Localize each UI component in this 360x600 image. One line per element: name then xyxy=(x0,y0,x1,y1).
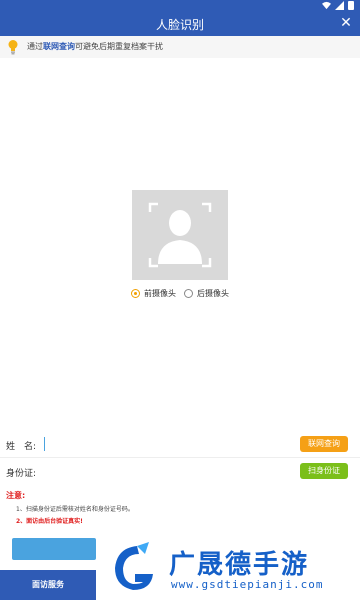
tip-bar: 通过联网查询可避免后期重复档案干扰 xyxy=(0,36,360,58)
close-button[interactable]: ✕ xyxy=(338,15,354,31)
battery-icon xyxy=(348,1,354,10)
status-icons xyxy=(322,1,354,10)
notice-title: 注意: xyxy=(6,491,26,500)
watermark-url: www.gsdtiepianji.com xyxy=(171,578,324,591)
name-label: 姓 名: xyxy=(6,442,37,452)
id-row: 身份证: 扫身份证 xyxy=(0,459,360,485)
notice-item-1: 1、扫描身份证后需核对姓名和身份证号码。 xyxy=(16,506,134,513)
name-row: 姓 名: 联网查询 xyxy=(0,432,360,458)
person-silhouette-icon xyxy=(148,202,212,268)
close-icon: ✕ xyxy=(340,15,352,31)
front-camera-radio[interactable] xyxy=(131,289,140,298)
back-camera-radio[interactable] xyxy=(184,289,193,298)
back-camera-label: 后摄像头 xyxy=(197,289,229,298)
id-label: 身份证: xyxy=(6,469,37,479)
back-camera-option[interactable]: 后摄像头 xyxy=(184,288,229,299)
tip-suffix: 可避免后期重复档案干扰 xyxy=(75,42,163,51)
name-field[interactable] xyxy=(44,437,244,451)
tab-interview-service[interactable]: 面访服务 xyxy=(0,570,96,600)
signal-icon xyxy=(335,1,344,10)
watermark: 广晟德手游 www.gsdtiepianji.com xyxy=(103,540,358,598)
lightbulb-icon xyxy=(8,40,18,55)
watermark-logo-icon xyxy=(115,542,153,590)
id-field[interactable] xyxy=(44,464,244,478)
tip-text: 通过联网查询可避免后期重复档案干扰 xyxy=(27,41,163,52)
notice-item-2: 2、面访由后台验证真实! xyxy=(16,518,83,525)
tip-prefix: 通过 xyxy=(27,42,43,51)
submit-button[interactable] xyxy=(12,538,96,560)
watermark-title: 广晟德手游 xyxy=(169,550,310,580)
scan-id-button[interactable]: 扫身份证 xyxy=(300,463,348,479)
front-camera-label: 前摄像头 xyxy=(144,289,176,298)
page-title: 人脸识别 xyxy=(155,18,204,32)
online-lookup-button[interactable]: 联网查询 xyxy=(300,436,348,452)
front-camera-option[interactable]: 前摄像头 xyxy=(131,288,176,299)
wifi-icon xyxy=(322,1,331,10)
camera-selector: 前摄像头 后摄像头 xyxy=(131,288,229,299)
title-bar: 人脸识别 ✕ xyxy=(0,12,360,36)
tip-link[interactable]: 联网查询 xyxy=(43,42,75,51)
face-capture-frame[interactable] xyxy=(132,190,228,280)
notice-section: 注意: 1、扫描身份证后需核对姓名和身份证号码。 2、面访由后台验证真实! xyxy=(6,490,134,525)
status-bar xyxy=(0,0,360,12)
